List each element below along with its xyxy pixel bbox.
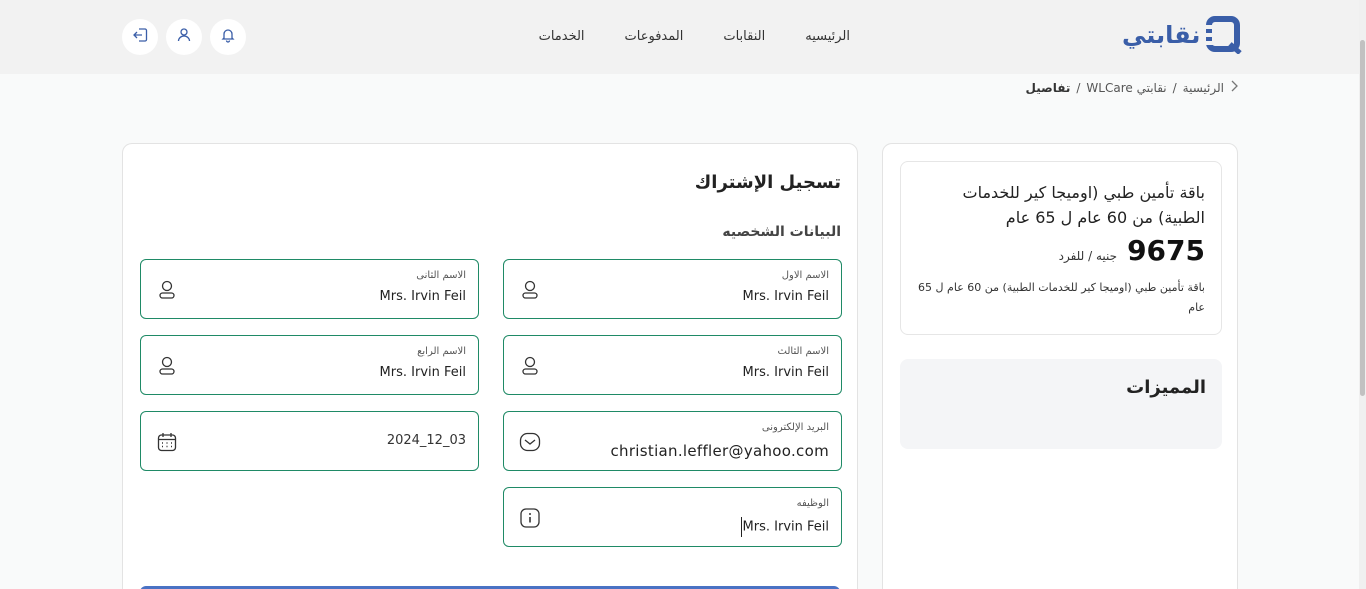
fourth-name-field[interactable]: الاسم الرابع Mrs. Irvin Feil xyxy=(140,335,479,395)
third-name-value[interactable]: Mrs. Irvin Feil xyxy=(743,365,829,380)
breadcrumb: الرئيسية / نقابتي WLCare / تفاصيل xyxy=(1026,80,1238,95)
nav-services[interactable]: الخدمات xyxy=(539,29,585,44)
package-price: 9675 جنيه / للفرد xyxy=(1059,234,1205,267)
breadcrumb-home[interactable]: الرئيسية xyxy=(1183,81,1224,95)
info-icon xyxy=(518,506,542,530)
second-name-value[interactable]: Mrs. Irvin Feil xyxy=(380,289,466,304)
nav-home[interactable]: الرئيسيه xyxy=(805,29,850,44)
breadcrumb-union[interactable]: نقابتي WLCare xyxy=(1086,81,1166,95)
chevron-right-icon xyxy=(1230,80,1238,95)
email-field[interactable]: البريد الإلكترونى christian.leffler@yaho… xyxy=(503,411,842,471)
personal-data-heading: البيانات الشخصيه xyxy=(722,224,841,240)
nav-payments[interactable]: المدفوعات xyxy=(625,29,684,44)
first-name-label: الاسم الاول xyxy=(781,270,829,281)
notification-bell-icon xyxy=(220,27,236,47)
job-field[interactable]: الوظيفه Mrs. Irvin Feil xyxy=(503,487,842,547)
user-icon xyxy=(176,27,192,47)
form-title: تسجيل الإشتراك xyxy=(694,172,841,193)
price-unit: جنيه / للفرد xyxy=(1058,249,1118,263)
user-icon xyxy=(518,354,542,378)
package-card: باقة تأمين طبي (اوميجا كير للخدمات الطبي… xyxy=(882,143,1238,589)
second-name-label: الاسم الثانى xyxy=(416,270,466,281)
breadcrumb-separator: / xyxy=(1076,80,1081,95)
main-nav: الرئيسيه النقابات المدفوعات الخدمات xyxy=(520,29,850,44)
package-title: باقة تأمين طبي (اوميجا كير للخدمات الطبي… xyxy=(962,183,1205,227)
logo-mark-icon xyxy=(1206,16,1243,55)
logo[interactable]: نقابتي xyxy=(1122,16,1243,55)
job-value[interactable]: Mrs. Irvin Feil xyxy=(740,517,829,537)
package-details: باقة تأمين طبي (اوميجا كير للخدمات الطبي… xyxy=(900,161,1222,335)
scrollbar-thumb[interactable] xyxy=(1360,40,1365,396)
fourth-name-label: الاسم الرابع xyxy=(417,346,466,357)
price-value: 9675 xyxy=(1127,234,1205,267)
third-name-label: الاسم الثالث xyxy=(777,346,829,357)
profile-button[interactable] xyxy=(166,19,202,55)
features-title: المميزات xyxy=(1126,377,1206,398)
job-label: الوظيفه xyxy=(796,498,829,509)
page-scrollbar[interactable] xyxy=(1359,0,1366,589)
mail-icon xyxy=(518,430,542,454)
top-header: نقابتي الرئيسيه النقابات المدفوعات الخدم… xyxy=(0,0,1359,74)
calendar-icon[interactable] xyxy=(155,430,179,454)
notifications-button[interactable] xyxy=(210,19,246,55)
birth-date-value[interactable]: 2024_12_03 xyxy=(387,433,466,448)
subscription-form: تسجيل الإشتراك البيانات الشخصيه الاسم ال… xyxy=(122,143,858,589)
job-value-text: Mrs. Irvin Feil xyxy=(742,519,829,535)
features-box: المميزات xyxy=(900,359,1222,449)
breadcrumb-current: تفاصيل xyxy=(1025,80,1071,95)
third-name-field[interactable]: الاسم الثالث Mrs. Irvin Feil xyxy=(503,335,842,395)
text-cursor xyxy=(740,517,742,537)
first-name-field[interactable]: الاسم الاول Mrs. Irvin Feil xyxy=(503,259,842,319)
breadcrumb-separator: / xyxy=(1172,80,1177,95)
logout-button[interactable] xyxy=(122,19,158,55)
birth-date-field[interactable]: 2024_12_03 xyxy=(140,411,479,471)
user-icon xyxy=(155,278,179,302)
email-label: البريد الإلكترونى xyxy=(761,422,829,433)
user-icon xyxy=(155,354,179,378)
first-name-value[interactable]: Mrs. Irvin Feil xyxy=(743,289,829,304)
email-value[interactable]: christian.leffler@yahoo.com xyxy=(610,442,829,460)
logo-text: نقابتي xyxy=(1122,21,1201,49)
second-name-field[interactable]: الاسم الثانى Mrs. Irvin Feil xyxy=(140,259,479,319)
logout-icon xyxy=(131,26,149,48)
fourth-name-value[interactable]: Mrs. Irvin Feil xyxy=(380,365,466,380)
package-description: باقة تأمين طبي (اوميجا كير للخدمات الطبي… xyxy=(918,281,1205,314)
nav-unions[interactable]: النقابات xyxy=(723,29,765,44)
user-icon xyxy=(518,278,542,302)
